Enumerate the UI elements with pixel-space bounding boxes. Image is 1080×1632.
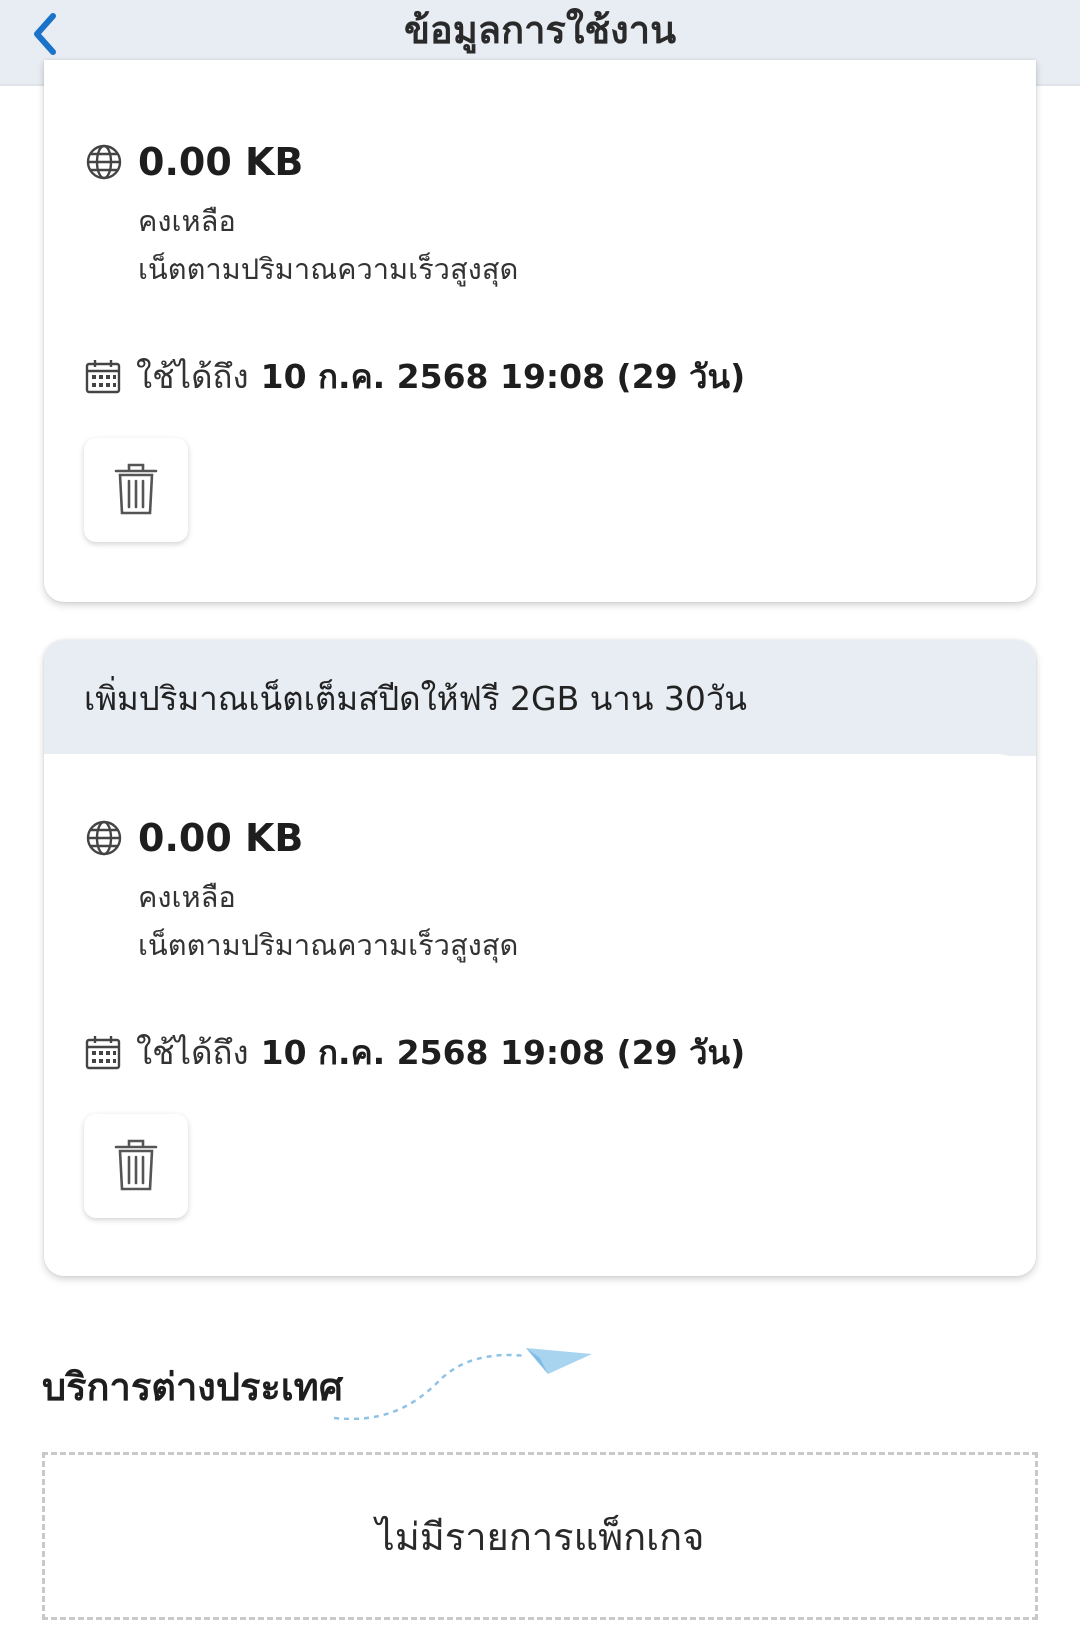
data-amount: 0.00 KB: [138, 140, 304, 184]
globe-icon: [86, 144, 122, 180]
expire-row: ใช้ได้ถึง 10 ก.ค. 2568 19:08 (29 วัน): [84, 1026, 745, 1079]
trash-icon: [114, 463, 158, 515]
delete-button[interactable]: [84, 1114, 188, 1218]
package-title: เพิ่มปริมาณเน็ตเต็มสปีดให้ฟรี 2GB นาน 30…: [44, 640, 1036, 756]
trash-icon: [114, 1139, 158, 1191]
back-button[interactable]: [22, 6, 70, 62]
globe-icon: [86, 820, 122, 856]
remaining-label: คงเหลือ: [138, 204, 236, 238]
paper-plane-icon: [333, 1348, 592, 1420]
empty-package-box: ไม่มีรายการแพ็กเกจ: [42, 1452, 1038, 1620]
remaining-label: คงเหลือ: [138, 880, 236, 914]
data-amount-row: 0.00 KB: [84, 816, 303, 860]
expire-value: 10 ก.ค. 2568 19:08 (29 วัน): [260, 357, 746, 396]
package-card: 0.00 KB คงเหลือ เน็ตตามปริมาณความเร็วสูง…: [44, 60, 1036, 602]
expire-label: ใช้ได้ถึง: [136, 1033, 249, 1072]
calendar-icon: [85, 1035, 121, 1069]
expire-label: ใช้ได้ถึง: [136, 357, 249, 396]
expire-row: ใช้ได้ถึง 10 ก.ค. 2568 19:08 (29 วัน): [84, 350, 745, 403]
package-card: เพิ่มปริมาณเน็ตเต็มสปีดให้ฟรี 2GB นาน 30…: [44, 640, 1036, 1276]
expire-value: 10 ก.ค. 2568 19:08 (29 วัน): [260, 1033, 746, 1072]
chevron-left-icon: [34, 13, 56, 55]
data-amount: 0.00 KB: [138, 816, 304, 860]
data-type-label: เน็ตตามปริมาณความเร็วสูงสุด: [138, 252, 519, 286]
page-title: ข้อมูลการใช้งาน: [403, 7, 677, 52]
data-amount-row: 0.00 KB: [84, 140, 303, 184]
empty-package-text: ไม่มีรายการแพ็กเกจ: [375, 1514, 705, 1559]
section-title: บริการต่างประเทศ: [42, 1365, 343, 1409]
calendar-icon: [85, 359, 121, 393]
data-type-label: เน็ตตามปริมาณความเร็วสูงสุด: [138, 928, 519, 962]
delete-button[interactable]: [84, 438, 188, 542]
